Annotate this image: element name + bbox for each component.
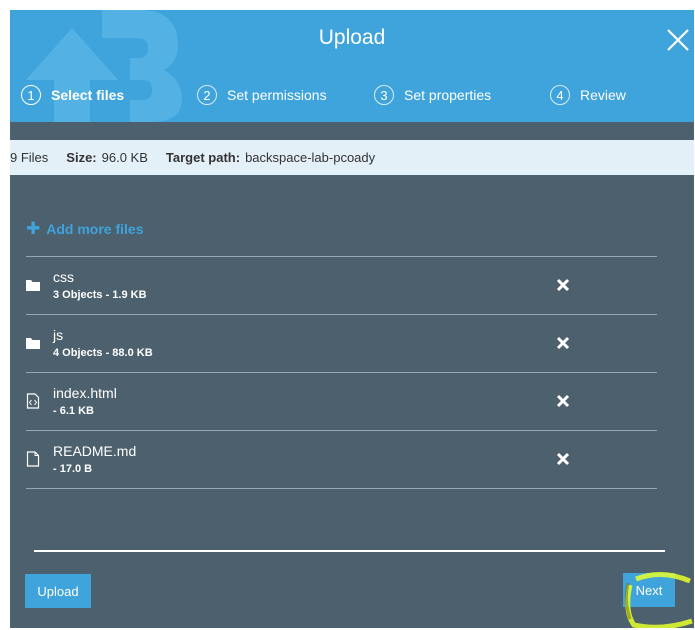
add-more-files-label: Add more files — [46, 221, 144, 237]
step-select-files[interactable]: 1 Select files — [21, 82, 124, 108]
target-path-value: backspace-lab-pcoady — [245, 150, 376, 165]
file-name: css — [53, 269, 74, 285]
step-review[interactable]: 4 Review — [550, 82, 626, 108]
size-label: Size: — [66, 150, 97, 165]
step-number: 4 — [550, 85, 570, 105]
plus-icon: ✚ — [26, 219, 41, 238]
add-more-files-link[interactable]: ✚ Add more files — [26, 219, 144, 239]
step-label: Set permissions — [227, 87, 327, 103]
file-row-js: js 4 Objects - 88.0 KB — [26, 314, 657, 372]
next-button[interactable]: Next — [623, 573, 675, 607]
upload-dialog: Upload 1 Select files 2 Set permissions … — [10, 10, 694, 628]
folder-icon — [26, 338, 40, 349]
step-set-permissions[interactable]: 2 Set permissions — [197, 82, 327, 108]
remove-file-icon[interactable] — [556, 451, 570, 467]
remove-file-icon[interactable] — [556, 277, 570, 293]
step-set-properties[interactable]: 3 Set properties — [374, 82, 491, 108]
step-number: 1 — [21, 85, 41, 105]
file-meta: - 17.0 B — [53, 463, 93, 475]
file-row-readme-md: README.md - 17.0 B — [26, 430, 657, 489]
file-meta: 4 Objects - 88.0 KB — [53, 347, 153, 359]
file-meta: - 6.1 KB — [53, 405, 94, 417]
dialog-title: Upload — [318, 26, 386, 49]
remove-file-icon[interactable] — [556, 335, 570, 351]
size-summary: Size: 96.0 KB — [66, 150, 148, 165]
size-value: 96.0 KB — [101, 150, 148, 165]
folder-icon — [26, 280, 40, 291]
step-label: Set properties — [404, 87, 492, 103]
step-number: 3 — [374, 85, 394, 105]
upload-button[interactable]: Upload — [25, 574, 91, 608]
close-icon[interactable] — [666, 26, 690, 54]
step-label: Select files — [51, 87, 125, 103]
dialog-header: Upload 1 Select files 2 Set permissions … — [10, 10, 694, 122]
files-count: 9 Files — [10, 150, 49, 165]
upload-summary-bar: 9 Files Size: 96.0 KB Target path: backspa… — [10, 140, 694, 175]
file-row-css: css 3 Objects - 1.9 KB — [26, 256, 657, 314]
file-meta: 3 Objects - 1.9 KB — [53, 289, 147, 301]
remove-file-icon[interactable] — [556, 393, 570, 409]
step-label: Review — [580, 87, 626, 103]
footer-divider — [34, 550, 665, 552]
file-list: css 3 Objects - 1.9 KB js 4 Objects - 88… — [26, 256, 657, 489]
step-number: 2 — [197, 85, 217, 105]
file-icon — [26, 451, 40, 467]
target-path-label: Target path: — [165, 150, 241, 165]
file-name: js — [53, 327, 64, 343]
file-row-index-html: index.html - 6.1 KB — [26, 372, 657, 430]
file-name: README.md — [53, 443, 137, 459]
target-path-summary: Target path: backspace-lab-pcoady — [166, 150, 375, 165]
code-file-icon — [26, 393, 40, 409]
file-name: index.html — [53, 385, 117, 401]
